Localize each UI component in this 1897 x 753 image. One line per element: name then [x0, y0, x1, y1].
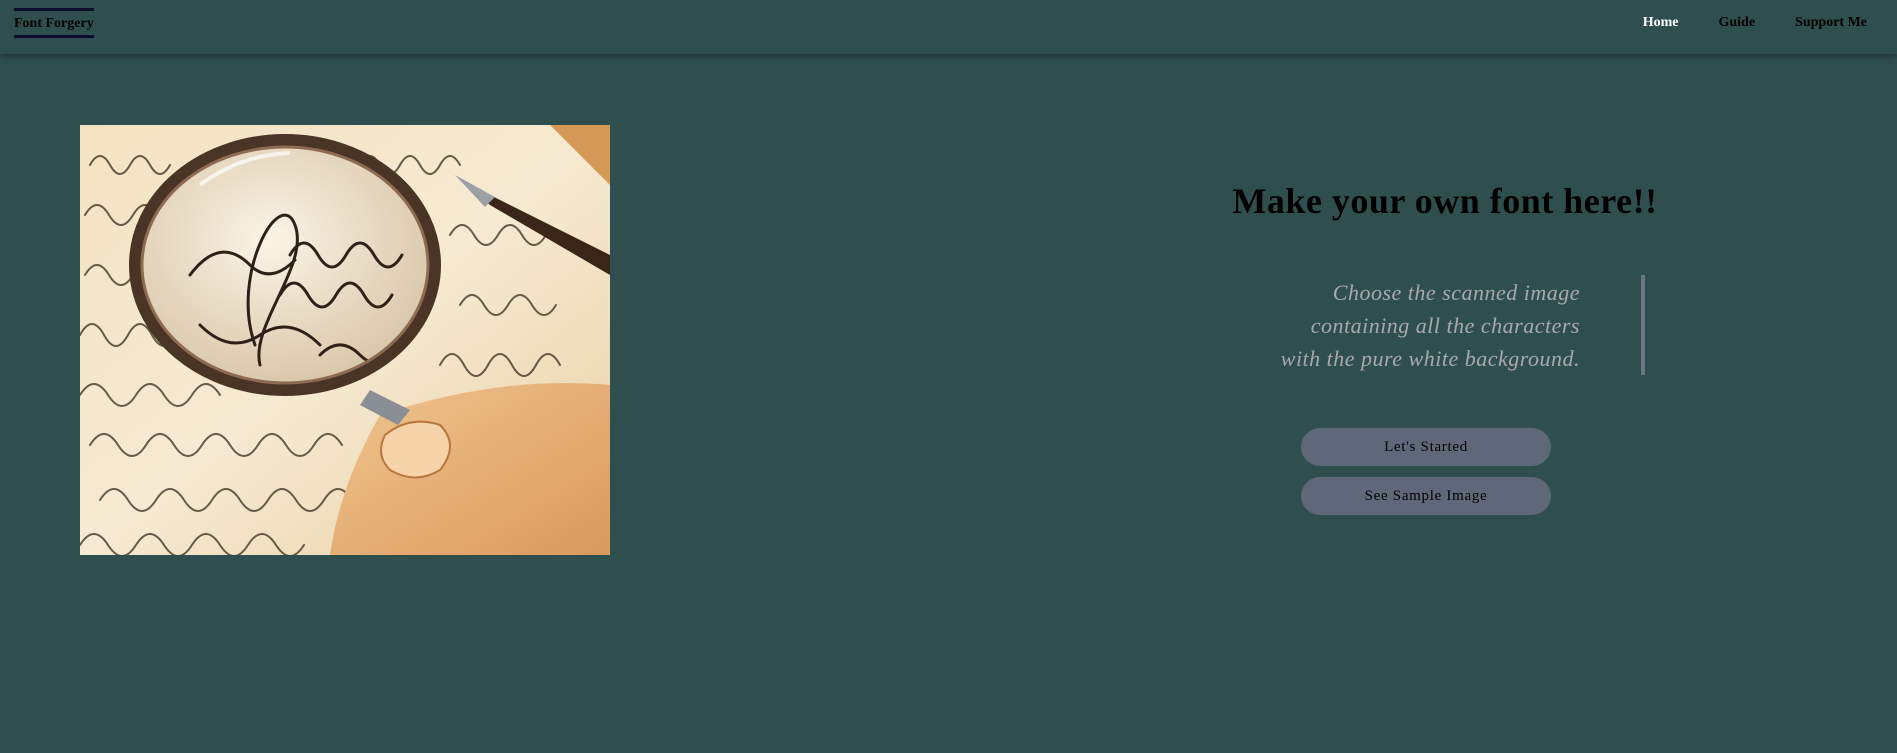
nav-links: Home Guide Support Me — [1603, 14, 1867, 32]
nav-link-support-me[interactable]: Support Me — [1795, 14, 1867, 32]
hero-title: Make your own font here!! — [1232, 181, 1658, 221]
brand-logo-link[interactable]: Font Forgery — [14, 8, 94, 38]
quote-bar-divider — [1641, 275, 1645, 375]
hero-illustration — [80, 125, 610, 555]
instruction-line: with the pure white background. — [1280, 346, 1580, 371]
nav-link-guide[interactable]: Guide — [1718, 14, 1755, 32]
nav-link-home[interactable]: Home — [1643, 14, 1679, 32]
hero-instructions: Choose the scanned image containing all … — [1200, 276, 1580, 375]
instruction-line: containing all the characters — [1310, 313, 1580, 338]
lets-started-button[interactable]: Let's Started — [1301, 428, 1551, 466]
instruction-line: Choose the scanned image — [1332, 280, 1580, 305]
top-navbar: Font Forgery Home Guide Support Me — [0, 0, 1897, 54]
see-sample-image-button[interactable]: See Sample Image — [1301, 477, 1551, 515]
